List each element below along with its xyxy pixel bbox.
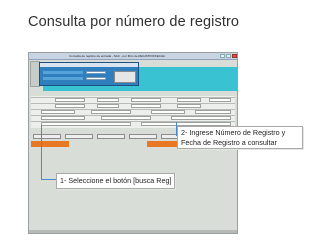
detail-field[interactable] <box>97 98 119 102</box>
detail-field[interactable] <box>171 116 231 120</box>
registro-number-field[interactable] <box>86 71 106 74</box>
detail-field[interactable] <box>41 122 131 126</box>
callout-step-1: 1- Seleccione el botón [busca Reg] <box>56 173 176 189</box>
registro-date-field[interactable] <box>86 77 106 80</box>
detail-field[interactable] <box>97 104 119 108</box>
detail-field[interactable] <box>55 98 85 102</box>
detail-field[interactable] <box>55 104 85 108</box>
close-icon[interactable] <box>232 54 237 58</box>
orange-indicator-left <box>31 141 69 147</box>
callout-step-1-text: 1- Seleccione el botón [busca Reg] <box>60 176 172 185</box>
window-titlebar: Consulta de registro de entrada - SAC - … <box>29 53 237 60</box>
detail-field[interactable] <box>41 110 75 114</box>
slide-title: Consulta por número de registro <box>28 14 240 30</box>
action-button[interactable] <box>129 134 157 139</box>
pointer-line-step1-h <box>41 179 56 180</box>
detail-field[interactable] <box>151 110 185 114</box>
callout-step-2-line1: 2- Ingrese Número de Registro y <box>181 128 286 137</box>
record-details-grid <box>31 96 235 128</box>
busca-reg-button[interactable] <box>33 134 61 139</box>
detail-field[interactable] <box>101 116 151 120</box>
window-title: Consulta de registro de entrada - SAC - … <box>69 54 166 58</box>
detail-field[interactable] <box>91 110 131 114</box>
pointer-line-step1 <box>41 125 42 180</box>
dialog-label-fecha <box>43 77 83 80</box>
action-button[interactable] <box>97 134 125 139</box>
callout-step-2-line2: Fecha de Registro a consultar <box>181 137 277 147</box>
detail-field[interactable] <box>177 98 201 102</box>
dialog-confirm-button[interactable] <box>114 71 136 83</box>
detail-field[interactable] <box>209 98 231 102</box>
maximize-icon[interactable] <box>226 54 231 58</box>
window-status-bar <box>29 230 237 233</box>
detail-field[interactable] <box>131 104 161 108</box>
dialog-header <box>40 63 138 67</box>
callout-step-2: 2- Ingrese Número de Registro y Fecha de… <box>177 126 303 149</box>
search-dialog <box>39 62 139 86</box>
dialog-label-registro <box>43 71 83 74</box>
detail-field[interactable] <box>41 116 85 120</box>
minimize-icon[interactable] <box>220 54 225 58</box>
action-button[interactable] <box>65 134 93 139</box>
detail-field[interactable] <box>177 104 201 108</box>
detail-field[interactable] <box>195 110 231 114</box>
detail-field[interactable] <box>131 98 161 102</box>
